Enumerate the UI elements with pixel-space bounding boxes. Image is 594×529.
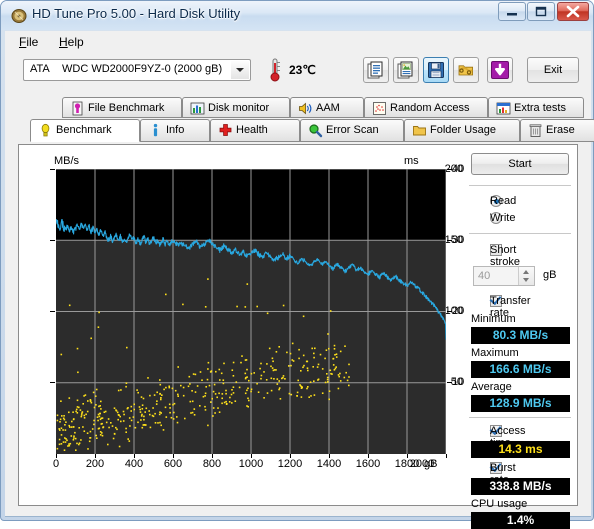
maximum-value: 166.6 MB/s <box>471 361 570 378</box>
tab-extra-tests[interactable]: Extra tests <box>488 97 584 118</box>
tab-info[interactable]: Info <box>140 119 210 142</box>
folder-tools-button[interactable] <box>453 57 479 83</box>
x-tick: 400 <box>124 458 144 470</box>
speaker-icon <box>298 101 313 116</box>
minimize-button[interactable] <box>498 2 526 21</box>
menu-file[interactable]: FFileile <box>13 34 44 50</box>
minimum-label: Minimum <box>471 313 516 325</box>
tab-benchmark[interactable]: Benchmark <box>30 119 140 142</box>
tab-label: AAM <box>316 102 340 114</box>
x-tick: 200 <box>85 458 105 470</box>
x-tick: 1600 <box>355 458 381 470</box>
drive-model-label: WDC WD2000F9YZ-0 (2000 gB) <box>62 63 223 75</box>
access-time-value: 14.3 ms <box>471 441 570 458</box>
x-axis-unit: gB <box>424 458 438 470</box>
tab-label: Disk monitor <box>208 102 270 114</box>
harddisk-icon <box>11 8 27 24</box>
tab-label: Extra tests <box>514 102 566 114</box>
app-window: HD Tune Pro 5.00 - Hard Disk Utility FFi… <box>0 0 594 529</box>
spinner-arrows[interactable] <box>518 267 534 285</box>
menu-bar: FFileile HHelpelp <box>5 31 591 52</box>
tab-label: File Benchmark <box>88 102 165 114</box>
checkbox-short-stroke-label: Short stroke <box>490 244 520 268</box>
title-bar: HD Tune Pro 5.00 - Hard Disk Utility <box>1 1 593 30</box>
toolbar: ATA WDC WD2000F9YZ-0 (2000 gB) 23℃ Exit <box>5 52 591 90</box>
start-button[interactable]: Start <box>471 153 569 175</box>
cpu-usage-label: CPU usage <box>471 498 528 510</box>
y2-axis-label: ms <box>404 155 419 167</box>
short-stroke-value: 40 <box>478 270 491 282</box>
maximize-button[interactable] <box>527 2 555 21</box>
disk-monitor-icon <box>190 101 205 116</box>
folder-icon <box>412 123 427 138</box>
lightbulb-icon <box>38 123 53 138</box>
magnifier-icon <box>308 123 323 138</box>
short-stroke-input[interactable]: 40 <box>473 266 535 286</box>
radio-read-label: Read <box>490 195 517 207</box>
tab-disk-monitor[interactable]: Disk monitor <box>182 97 290 118</box>
average-label: Average <box>471 381 512 393</box>
benchmark-panel: MB/s ms 200 150 100 50 40 30 20 10 0 200… <box>18 144 578 529</box>
download-button[interactable] <box>487 57 513 83</box>
y-axis-label: MB/s <box>54 155 80 167</box>
tab-erase[interactable]: Erase <box>520 119 594 142</box>
copy-text-button[interactable] <box>363 57 389 83</box>
tab-file-benchmark[interactable]: File Benchmark <box>62 97 182 118</box>
copy-image-button[interactable] <box>393 57 419 83</box>
tab-folder-usage[interactable]: Folder Usage <box>404 119 520 142</box>
x-tick: 0 <box>52 458 60 470</box>
x-tick: 1200 <box>277 458 303 470</box>
file-benchmark-icon <box>70 101 85 116</box>
health-cross-icon <box>218 123 233 138</box>
x-tick: 1000 <box>238 458 264 470</box>
thermometer-icon <box>267 57 283 83</box>
save-results-button[interactable] <box>423 57 449 83</box>
trash-icon <box>528 123 543 138</box>
random-access-icon <box>372 101 387 116</box>
chevron-down-icon[interactable] <box>231 61 249 79</box>
temperature-value: 23℃ <box>289 63 316 77</box>
exit-button[interactable]: Exit <box>527 57 579 83</box>
x-tick: 600 <box>163 458 183 470</box>
extra-tests-icon <box>496 101 511 116</box>
tab-aam[interactable]: AAM <box>290 97 364 118</box>
tab-label: Info <box>166 124 185 136</box>
info-icon <box>148 123 163 138</box>
plot-svg <box>55 168 447 454</box>
plot-area <box>55 168 447 454</box>
close-button[interactable] <box>557 2 589 21</box>
tab-health[interactable]: Health <box>210 119 300 142</box>
tab-strip: File Benchmark Disk monitor AAM Random A… <box>18 97 594 145</box>
tab-label: Error Scan <box>326 124 379 136</box>
tab-label: Erase <box>546 124 575 136</box>
menu-help[interactable]: HHelpelp <box>53 34 90 50</box>
window-title: HD Tune Pro 5.00 - Hard Disk Utility <box>32 6 241 21</box>
tab-label: Random Access <box>390 102 470 114</box>
tab-label: Folder Usage <box>430 124 497 136</box>
maximum-label: Maximum <box>471 347 519 359</box>
radio-write-label: Write <box>490 212 516 224</box>
x-tick: 800 <box>202 458 222 470</box>
drive-bus-label: ATA <box>30 63 50 75</box>
short-stroke-unit: gB <box>543 269 557 281</box>
client-area: ATA WDC WD2000F9YZ-0 (2000 gB) 23℃ Exit … <box>5 52 594 529</box>
x-tick: 1400 <box>316 458 342 470</box>
average-value: 128.9 MB/s <box>471 395 570 412</box>
burst-rate-value: 338.8 MB/s <box>471 478 570 495</box>
minimum-value: 80.3 MB/s <box>471 327 570 344</box>
tab-label: Health <box>236 124 268 136</box>
tab-error-scan[interactable]: Error Scan <box>300 119 404 142</box>
controls-panel: Start Read Write Short stroke 40 gB Tran… <box>463 145 578 529</box>
tab-label: Benchmark <box>56 124 112 136</box>
drive-select[interactable]: ATA WDC WD2000F9YZ-0 (2000 gB) <box>23 59 251 81</box>
tab-random-access[interactable]: Random Access <box>364 97 488 118</box>
benchmark-chart: MB/s ms 200 150 100 50 40 30 20 10 0 200… <box>19 145 464 505</box>
